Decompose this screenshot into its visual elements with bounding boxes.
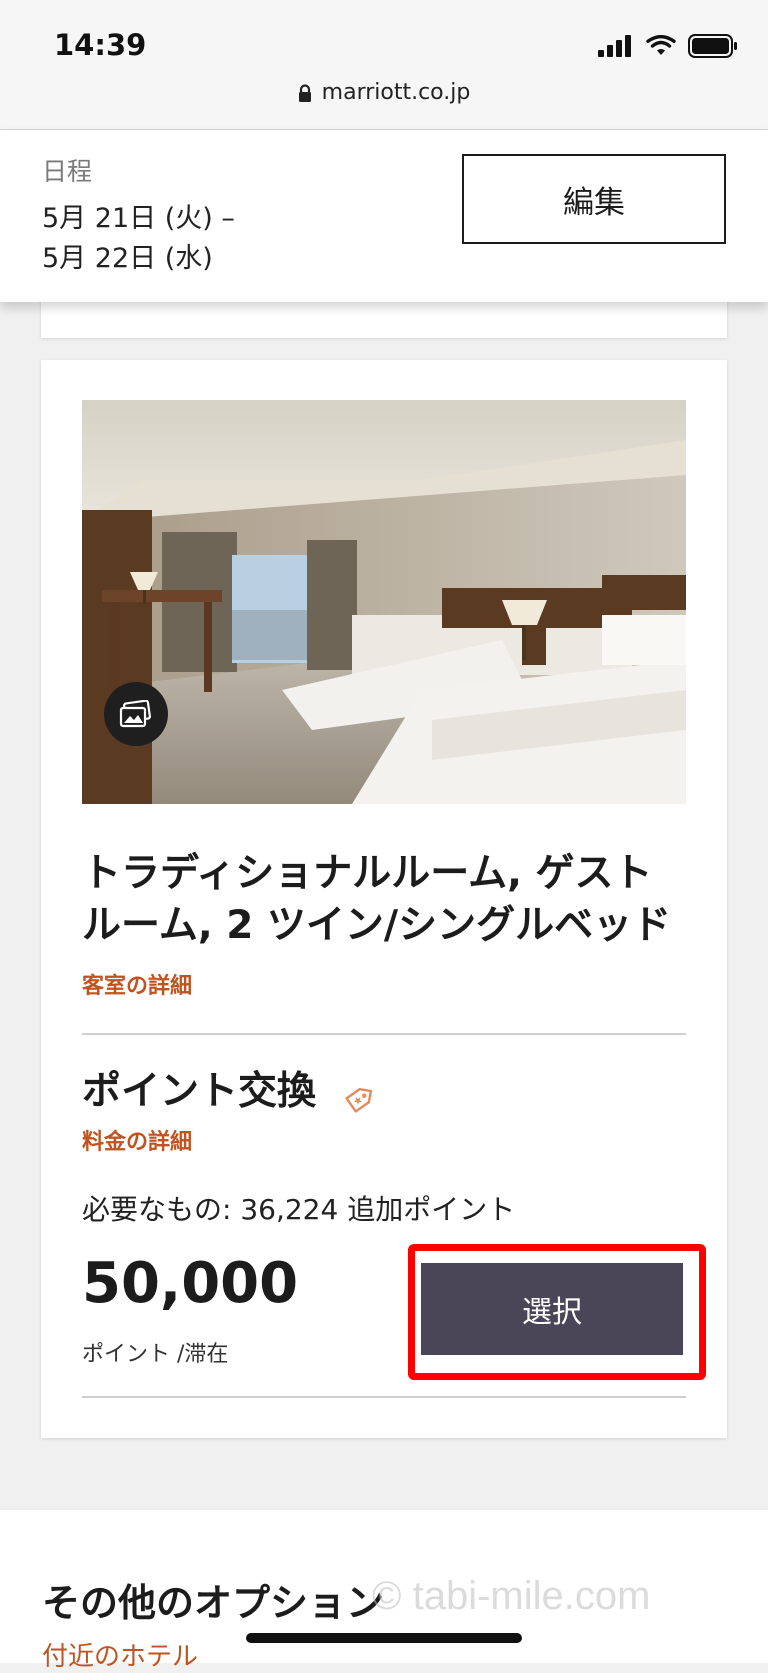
- room-name: トラディショナルルーム, ゲストルーム, 2 ツイン/シングルベッド: [82, 851, 672, 948]
- status-bar: 14:39 marriott.co.jp: [0, 0, 768, 130]
- divider: [82, 1396, 686, 1398]
- check-out-date: 5月 22日 (水): [42, 243, 213, 274]
- points-needed-text: 必要なもの: 36,224 追加ポイント: [82, 1193, 516, 1226]
- watermark: © tabi-mile.com: [372, 1574, 651, 1618]
- room-details-link[interactable]: 客室の詳細: [82, 968, 192, 1000]
- other-options-title: その他のオプション: [42, 1581, 385, 1625]
- home-indicator[interactable]: [246, 1633, 522, 1643]
- signal-icon: [598, 35, 631, 57]
- rate-title: ポイント交換: [82, 1069, 317, 1114]
- check-in-date: 5月 21日 (火) –: [42, 203, 235, 234]
- room-photo-illustration: [82, 400, 686, 804]
- tag-icon: [345, 1087, 373, 1113]
- dates-label: 日程: [42, 157, 93, 186]
- rate-details-link[interactable]: 料金の詳細: [82, 1124, 192, 1156]
- room-photo[interactable]: [82, 400, 686, 804]
- gallery-icon[interactable]: [104, 682, 168, 746]
- divider: [82, 1033, 686, 1035]
- edit-dates-button[interactable]: 編集: [462, 154, 726, 244]
- clock-time: 14:39: [54, 28, 147, 62]
- battery-icon: [688, 34, 737, 58]
- highlight-annotation: [408, 1244, 706, 1380]
- address-bar[interactable]: marriott.co.jp: [0, 80, 768, 105]
- dates-header: 日程 5月 21日 (火) – 5月 22日 (水) 編集: [0, 130, 768, 302]
- price-unit: ポイント /滞在: [82, 1342, 229, 1367]
- wifi-icon: [646, 35, 676, 55]
- nearby-hotels-link[interactable]: 付近のホテル: [42, 1636, 198, 1673]
- url-text: marriott.co.jp: [321, 80, 471, 105]
- system-icons: [598, 34, 738, 58]
- points-price: 50,000: [82, 1251, 299, 1316]
- lock-icon: [298, 83, 311, 102]
